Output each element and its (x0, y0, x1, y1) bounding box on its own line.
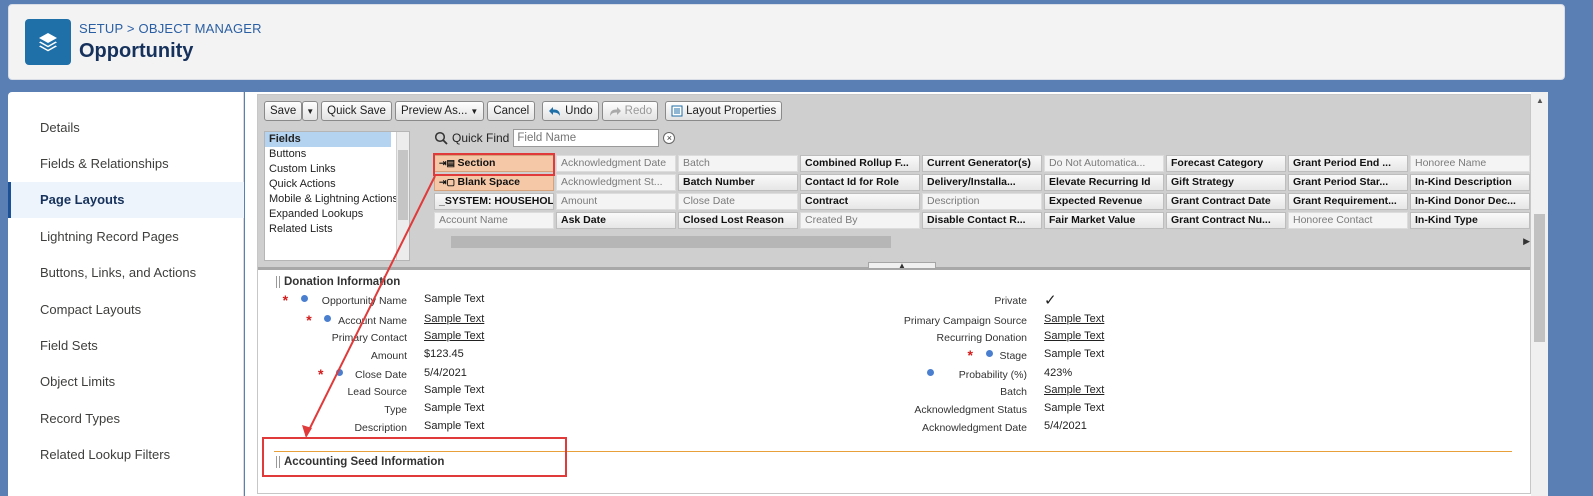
drag-arrow-annotation (302, 175, 436, 438)
